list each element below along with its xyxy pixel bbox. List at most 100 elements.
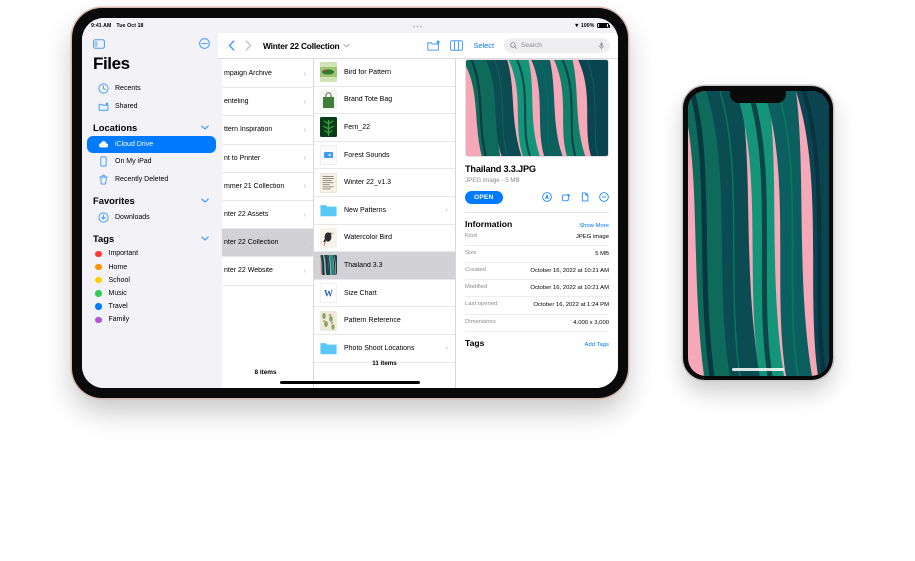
home-indicator[interactable]	[280, 381, 420, 384]
file-row[interactable]: WSize Chart	[314, 280, 455, 308]
wifi-icon: ▾	[575, 23, 578, 29]
download-icon	[98, 212, 109, 223]
file-name: Brand Tote Bag	[344, 96, 448, 103]
sidebar-section-favorites[interactable]: Favorites	[82, 188, 222, 209]
file-column: Bird for Pattern Brand Tote Bag Fern_22For…	[314, 33, 456, 388]
tag-label: Important	[109, 250, 139, 257]
sidebar-section-tags[interactable]: Tags	[82, 226, 222, 247]
screenshot-stage: 9:41 AM Tue Oct 18 ▾ 100%	[0, 0, 915, 561]
sidebar-toggle-icon[interactable]	[93, 39, 105, 49]
preview-image[interactable]	[465, 59, 609, 157]
folder-name: nter 22 Collection	[224, 239, 278, 246]
file-thumbnail	[320, 145, 337, 165]
document-icon[interactable]	[580, 192, 590, 202]
search-input[interactable]: Search	[504, 38, 610, 53]
search-icon	[510, 42, 517, 49]
folder-row[interactable]: nter 22 Website›	[218, 257, 313, 285]
metadata-row: Kind JPEG image	[465, 229, 609, 246]
notch	[730, 91, 786, 103]
open-button[interactable]: OPEN	[465, 191, 503, 205]
file-name: Pattern Reference	[344, 317, 448, 324]
sidebar-section-locations[interactable]: Locations	[82, 115, 222, 136]
detail-subtitle: JPEG image - 5 MB	[465, 177, 609, 184]
sidebar-collapse-icon[interactable]	[199, 38, 210, 49]
file-row[interactable]: Forest Sounds	[314, 142, 455, 170]
folder-row[interactable]: nter 22 Collection ›	[218, 229, 313, 257]
rotate-icon[interactable]	[561, 192, 571, 202]
section-label: Tags	[93, 233, 114, 244]
file-row[interactable]: Pattern Reference	[314, 307, 455, 335]
tags-title: Tags	[465, 338, 484, 348]
add-tags-link[interactable]: Add Tags	[585, 342, 609, 348]
sidebar-tag-school[interactable]: School	[82, 274, 222, 287]
file-row[interactable]: Winter 22_v1.3	[314, 169, 455, 197]
clock-icon	[98, 83, 109, 94]
ipad-icon	[98, 156, 109, 167]
metadata-row: Dimensions4,000 x 3,000	[465, 315, 609, 332]
markup-icon[interactable]	[542, 192, 552, 202]
metadata-key: Modified	[465, 284, 487, 290]
tag-label: Travel	[109, 303, 128, 310]
metadata-row: CreatedOctober 16, 2022 at 10:21 AM	[465, 263, 609, 280]
folder-row[interactable]: nter 22 Assets›	[218, 201, 313, 229]
sidebar-tag-important[interactable]: Important	[82, 247, 222, 260]
folder-column: mpaign Archive›enteling›ttern Inspiratio…	[218, 33, 314, 388]
file-thumbnail: W	[320, 283, 337, 303]
status-bar: 9:41 AM Tue Oct 18 ▾ 100%	[82, 18, 618, 33]
sidebar: Files Recents	[82, 33, 222, 388]
home-indicator[interactable]	[732, 368, 784, 371]
file-thumbnail	[320, 311, 337, 331]
metadata-value: 5 MB	[595, 250, 609, 259]
sidebar-item-recents[interactable]: Recents	[87, 80, 216, 97]
file-row[interactable]: Bird for Pattern	[314, 59, 455, 87]
select-button[interactable]: Select	[473, 41, 494, 50]
sidebar-tag-music[interactable]: Music	[82, 287, 222, 300]
file-row[interactable]: Brand Tote Bag	[314, 87, 455, 115]
tag-color-dot	[95, 251, 102, 258]
new-folder-icon[interactable]	[427, 40, 440, 51]
folder-name: nter 22 Website	[224, 267, 273, 274]
file-row[interactable]: Thailand 3.3	[314, 252, 455, 280]
folder-row[interactable]: mmer 21 Collection›	[218, 173, 313, 201]
trash-icon	[98, 174, 109, 185]
chevron-down-icon	[201, 125, 209, 130]
sidebar-tag-home[interactable]: Home	[82, 260, 222, 273]
sidebar-item-shared[interactable]: Shared	[87, 97, 216, 114]
column-view-icon[interactable]	[450, 40, 463, 51]
section-label: Locations	[93, 122, 137, 133]
metadata-value: JPEG image	[576, 233, 609, 242]
file-row[interactable]: New Patterns›	[314, 197, 455, 225]
ipad-screen: 9:41 AM Tue Oct 18 ▾ 100%	[82, 18, 618, 388]
iphone-screen	[688, 91, 829, 376]
sidebar-tag-family[interactable]: Family	[82, 313, 222, 326]
sidebar-tag-travel[interactable]: Travel	[82, 300, 222, 313]
forward-button[interactable]	[245, 40, 252, 51]
metadata-list: Kind JPEG image Size5 MBCreatedOctober 16,…	[465, 229, 609, 332]
chevron-right-icon: ›	[303, 211, 306, 219]
folder-row[interactable]: ttern Inspiration›	[218, 116, 313, 144]
metadata-key: Created	[465, 267, 486, 273]
sidebar-item-recently-deleted[interactable]: Recently Deleted	[87, 171, 216, 188]
file-row[interactable]: Fern_22	[314, 114, 455, 142]
metadata-row: ModifiedOctober 16, 2022 at 10:21 AM	[465, 280, 609, 297]
file-row[interactable]: Photo Shoot Locations›	[314, 335, 455, 363]
metadata-row: Size5 MB	[465, 246, 609, 263]
folder-row[interactable]: mpaign Archive›	[218, 60, 313, 88]
sidebar-item-downloads[interactable]: Downloads	[87, 209, 216, 226]
metadata-key: Kind	[465, 233, 477, 239]
tag-list: Important HomeSchoolMusic Travel Family	[82, 247, 222, 326]
sidebar-item-on-my-ipad[interactable]: On My iPad	[87, 153, 216, 170]
chevron-right-icon: ›	[303, 239, 306, 247]
folder-row[interactable]: nt to Printer›	[218, 145, 313, 173]
chevron-down-icon[interactable]	[343, 43, 350, 48]
file-row[interactable]: Watercolor Bird	[314, 225, 455, 253]
back-button[interactable]	[228, 40, 235, 51]
metadata-key: Last opened	[465, 301, 497, 307]
sidebar-item-icloud-drive[interactable]: iCloud Drive	[87, 136, 216, 153]
drag-handle[interactable]: •••	[413, 24, 423, 31]
file-thumbnail	[320, 62, 337, 82]
tag-color-dot	[95, 290, 102, 297]
chevron-right-icon: ›	[303, 70, 306, 78]
remove-icon[interactable]	[599, 192, 609, 202]
folder-row[interactable]: enteling›	[218, 88, 313, 116]
